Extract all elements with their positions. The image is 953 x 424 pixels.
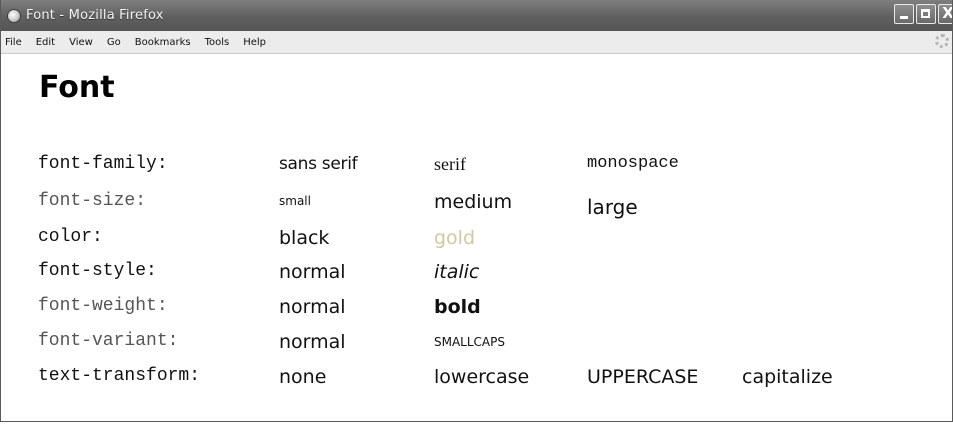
minimize-button[interactable] bbox=[894, 4, 914, 24]
sample-lowercase: lowercase bbox=[434, 366, 530, 388]
property-label: font-style: bbox=[38, 261, 157, 281]
row-font-family: font-family: sans serif serif monospace bbox=[1, 154, 952, 184]
window-controls: X bbox=[894, 4, 952, 24]
menu-bookmarks[interactable]: Bookmarks bbox=[135, 37, 191, 48]
sample-none: none bbox=[279, 366, 327, 388]
row-font-style: font-style: normal italic bbox=[1, 261, 952, 291]
row-font-size: font-size: small medium large bbox=[1, 191, 952, 221]
minimize-icon bbox=[900, 16, 908, 19]
maximize-button[interactable] bbox=[916, 4, 936, 24]
window-title: Font - Mozilla Firefox bbox=[26, 8, 164, 23]
menu-bar: File Edit View Go Bookmarks Tools Help bbox=[1, 31, 952, 54]
property-label: font-weight: bbox=[38, 296, 168, 316]
sample-normal: normal bbox=[279, 296, 346, 318]
property-label: text-transform: bbox=[38, 366, 201, 386]
sample-bold: bold bbox=[434, 296, 481, 318]
close-button[interactable]: X bbox=[938, 4, 952, 24]
property-label: color: bbox=[38, 227, 103, 247]
menu-go[interactable]: Go bbox=[107, 37, 121, 48]
sample-serif: serif bbox=[434, 154, 466, 174]
row-font-variant: font-variant: normal smallcaps bbox=[1, 331, 952, 361]
sample-italic: italic bbox=[434, 261, 480, 283]
maximize-icon bbox=[921, 9, 930, 18]
sample-sans-serif: sans serif bbox=[279, 154, 358, 174]
property-label: font-size: bbox=[38, 191, 147, 211]
row-color: color: black gold bbox=[1, 227, 952, 257]
page-title: Font bbox=[39, 70, 115, 105]
sample-monospace: monospace bbox=[587, 154, 679, 173]
sample-normal: normal bbox=[279, 261, 346, 283]
sample-black: black bbox=[279, 227, 330, 249]
menu-edit[interactable]: Edit bbox=[36, 37, 55, 48]
close-icon: X bbox=[942, 4, 953, 22]
throbber-icon bbox=[935, 34, 949, 48]
menu-view[interactable]: View bbox=[69, 37, 93, 48]
sample-capitalize: capitalize bbox=[742, 366, 833, 388]
sample-medium: medium bbox=[434, 191, 513, 213]
property-label: font-variant: bbox=[38, 331, 179, 351]
sample-normal: normal bbox=[279, 331, 346, 353]
menu-help[interactable]: Help bbox=[243, 37, 266, 48]
property-label: font-family: bbox=[38, 154, 168, 174]
sample-uppercase: uppercase bbox=[587, 366, 699, 388]
row-text-transform: text-transform: none lowercase uppercase… bbox=[1, 366, 952, 396]
menu-tools[interactable]: Tools bbox=[205, 37, 230, 48]
row-font-weight: font-weight: normal bold bbox=[1, 296, 952, 326]
browser-window: Font - Mozilla Firefox X File Edit View … bbox=[0, 0, 953, 422]
sample-large: large bbox=[587, 195, 638, 219]
page-content: Font font-family: sans serif serif monos… bbox=[1, 54, 952, 420]
sample-small: small bbox=[279, 194, 311, 208]
sample-gold: gold bbox=[434, 227, 476, 249]
menu-file[interactable]: File bbox=[5, 37, 22, 48]
title-bar: Font - Mozilla Firefox X bbox=[1, 0, 952, 31]
firefox-icon bbox=[7, 8, 21, 23]
sample-smallcaps: smallcaps bbox=[434, 331, 505, 351]
